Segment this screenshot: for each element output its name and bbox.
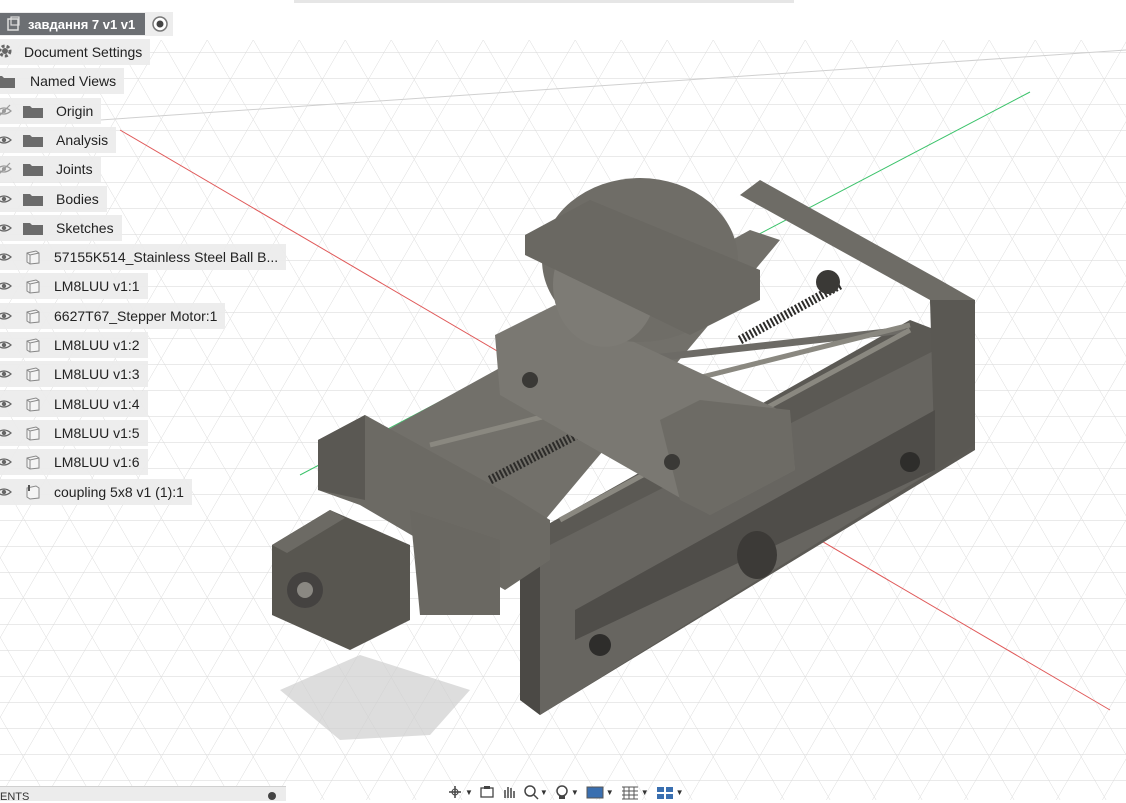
component-icon — [24, 336, 42, 354]
browser-node-label: Sketches — [56, 219, 114, 236]
component-icon — [24, 453, 42, 471]
browser-node-label: LM8LUU v1:4 — [54, 395, 140, 412]
browser-node[interactable]: LM8LUU v1:5 — [0, 419, 148, 446]
browser-node[interactable]: LM8LUU v1:1 — [0, 273, 148, 300]
eye-icon[interactable] — [0, 278, 12, 294]
browser-node[interactable]: 6627T67_Stepper Motor:1 — [0, 302, 226, 329]
browser-root[interactable]: завдання 7 v1 v1 — [0, 12, 174, 36]
browser-node[interactable]: Joints — [0, 156, 101, 183]
grid-settings-icon[interactable]: ▼ — [620, 784, 649, 800]
browser-node[interactable]: Bodies — [0, 185, 107, 212]
gear-icon — [0, 42, 14, 63]
pan-icon[interactable] — [501, 784, 517, 800]
folder-icon — [0, 73, 16, 89]
browser-node[interactable]: LM8LUU v1:6 — [0, 449, 148, 476]
folder-icon — [22, 191, 44, 207]
browser-node-label: Origin — [56, 102, 94, 119]
browser-node[interactable]: Document Settings — [0, 39, 151, 65]
orbit-icon[interactable]: ▼ — [446, 784, 473, 800]
panel-toggle-icon[interactable] — [268, 792, 276, 800]
fit-icon[interactable]: ▼ — [554, 784, 579, 800]
browser-node[interactable]: Sketches — [0, 214, 122, 241]
component-icon — [24, 424, 42, 442]
eye-icon[interactable] — [0, 191, 12, 207]
eye-hidden-icon[interactable] — [0, 161, 12, 177]
browser-node[interactable]: Named Views — [0, 68, 125, 95]
browser-node-label: Joints — [56, 161, 93, 178]
browser-node-label: Document Settings — [24, 44, 143, 60]
activate-radio-icon[interactable] — [151, 15, 169, 33]
browser-node-label: LM8LUU v1:1 — [54, 278, 140, 295]
component-icon — [24, 395, 42, 413]
eye-icon[interactable] — [0, 425, 12, 441]
eye-icon[interactable] — [0, 308, 12, 324]
eye-icon[interactable] — [0, 337, 12, 353]
browser-node[interactable]: Origin — [0, 97, 102, 124]
component-icon — [6, 16, 22, 35]
browser-node[interactable]: LM8LUU v1:2 — [0, 332, 148, 358]
zoom-window-icon[interactable]: ▼ — [523, 784, 548, 800]
browser-node-label: LM8LUU v1:2 — [54, 337, 140, 353]
display-settings-icon[interactable]: ▼ — [585, 784, 614, 800]
browser-node-label: 57155K514_Stainless Steel Ball B... — [54, 249, 279, 266]
folder-icon — [22, 161, 44, 177]
component-icon — [24, 365, 42, 383]
browser-node[interactable]: LM8LUU v1:3 — [0, 361, 148, 388]
eye-icon[interactable] — [0, 396, 12, 412]
browser-node-label: coupling 5x8 v1 (1):1 — [54, 483, 184, 500]
browser-node[interactable]: 57155K514_Stainless Steel Ball B... — [0, 244, 287, 271]
eye-icon[interactable] — [0, 132, 12, 148]
viewports-icon[interactable]: ▼ — [655, 784, 684, 800]
browser-node[interactable]: Analysis — [0, 126, 117, 153]
top-toolbar-edge — [294, 0, 794, 3]
eye-icon[interactable] — [0, 249, 12, 265]
browser-node-label: 6627T67_Stepper Motor:1 — [54, 307, 218, 324]
browser-node[interactable]: coupling 5x8 v1 (1):1 — [0, 478, 192, 505]
navigation-bar: ▼ ▼ ▼ ▼ ▼ ▼ — [446, 784, 736, 800]
browser-node-label: Analysis — [56, 131, 109, 148]
component-icon — [24, 248, 42, 266]
component-link-icon — [24, 483, 42, 501]
eye-icon[interactable] — [0, 366, 12, 382]
comments-label: ENTS — [0, 791, 30, 803]
look-at-icon[interactable] — [479, 784, 495, 800]
folder-icon — [22, 220, 44, 236]
eye-icon[interactable] — [0, 220, 12, 236]
3d-viewport[interactable] — [0, 0, 1126, 800]
eye-icon[interactable] — [0, 484, 12, 500]
folder-icon — [22, 103, 44, 119]
browser-node[interactable]: LM8LUU v1:4 — [0, 390, 148, 417]
root-title-text: завдання 7 v1 v1 — [28, 16, 136, 32]
root-component[interactable]: завдання 7 v1 v1 — [0, 13, 146, 35]
component-icon — [24, 307, 42, 325]
folder-icon — [22, 132, 44, 148]
browser-node-label: LM8LUU v1:3 — [54, 366, 140, 383]
component-icon — [24, 277, 42, 295]
browser-node-label: Bodies — [56, 190, 99, 207]
eye-icon[interactable] — [0, 454, 12, 470]
eye-hidden-icon[interactable] — [0, 103, 12, 119]
browser-node-label: Named Views — [30, 73, 117, 90]
comments-panel[interactable]: ENTS — [0, 786, 286, 803]
browser-node-label: LM8LUU v1:6 — [54, 454, 140, 471]
browser-node-label: LM8LUU v1:5 — [54, 424, 140, 441]
